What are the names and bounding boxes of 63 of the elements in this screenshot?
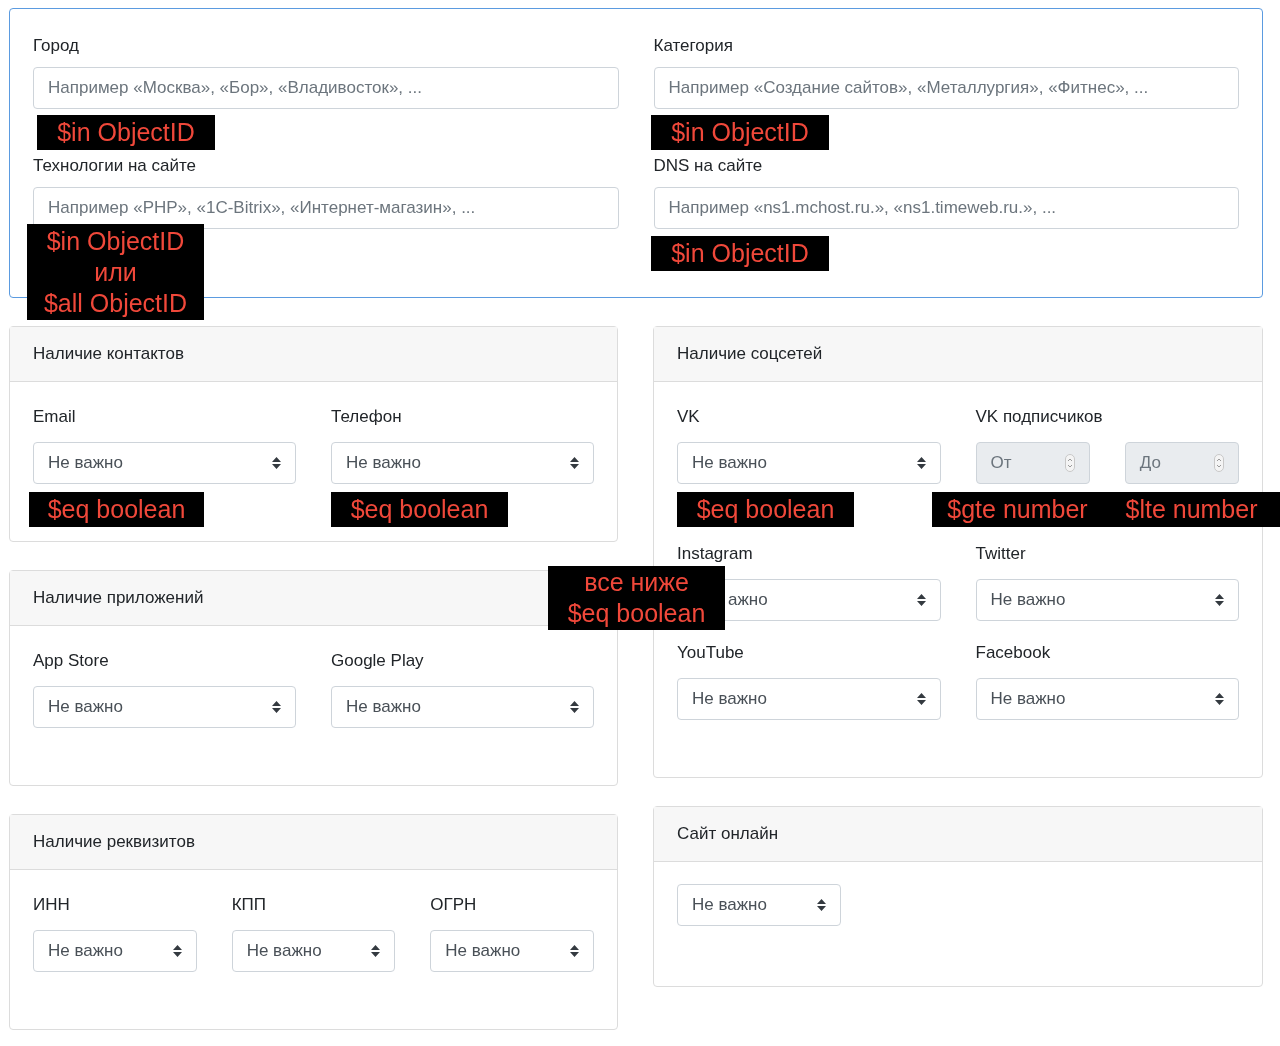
caret-icon (1215, 594, 1224, 606)
select-field[interactable]: Не важно (975, 678, 1239, 720)
select-field[interactable]: Не важно (331, 442, 594, 484)
annotation-tooltip: $eq boolean (677, 492, 854, 527)
caret-icon (272, 457, 281, 469)
text-field[interactable]: Например «Москва», «Бор», «Владивосток», ... (33, 67, 619, 109)
caret-icon (371, 945, 381, 957)
field-label: App Store (33, 651, 109, 671)
caret-icon (817, 899, 826, 911)
field-label: КПП (231, 895, 266, 915)
annotation-tooltip: $eq boolean (29, 492, 204, 527)
select-field[interactable]: Не важно (231, 930, 396, 972)
annotation-tooltip: $eq boolean (331, 492, 508, 527)
field-label: Телефон (331, 407, 402, 427)
field-label: Facebook (975, 643, 1051, 663)
field-label: Twitter (975, 544, 1026, 564)
field-label: ИНН (33, 895, 70, 915)
caret-icon (570, 701, 579, 713)
select-field[interactable]: Не важно (677, 678, 941, 720)
field-label: Технологии на сайте (33, 155, 198, 177)
select-field[interactable]: Не важно (33, 442, 296, 484)
card-title: Наличие приложений (33, 587, 204, 610)
card-title: Наличие реквизитов (33, 831, 195, 854)
annotation-tooltip: $in ObjectID (651, 115, 829, 150)
select-field[interactable]: Не важно (975, 579, 1239, 621)
text-field[interactable]: Например «PHP», «1C-Bitrix», «Интернет-магазин», ... (33, 187, 619, 229)
select-field[interactable]: Не важно (677, 442, 941, 484)
card-title: Наличие контактов (33, 343, 184, 366)
annotation-tooltip: все ниже $eq boolean (548, 566, 725, 630)
field-label: Google Play (331, 651, 424, 671)
text-field[interactable]: Например «ns1.mchost.ru.», «ns1.timeweb.ru.», ... (653, 187, 1239, 229)
field-label: Категория (653, 35, 734, 57)
spinner-icon (1064, 454, 1075, 472)
annotation-tooltip: $gte number (932, 492, 1103, 527)
field-label: Instagram (677, 544, 753, 564)
select-field[interactable]: Не важно (430, 930, 594, 972)
card-title: Сайт онлайн (677, 823, 779, 846)
field-label: ОГРН (430, 895, 477, 915)
caret-icon (172, 945, 182, 957)
annotation-tooltip: $in ObjectID или $all ObjectID (27, 224, 204, 320)
field-label: VK (677, 407, 700, 427)
field-label: VK подписчиков (975, 407, 1103, 427)
caret-icon (570, 457, 579, 469)
annotation-tooltip: $in ObjectID (651, 236, 829, 271)
field-label: YouTube (677, 643, 744, 663)
field-label: DNS на сайте (653, 155, 764, 177)
caret-icon (570, 945, 579, 957)
caret-icon (272, 701, 281, 713)
field-label: Email (33, 407, 76, 427)
annotation-tooltip: $in ObjectID (37, 115, 215, 150)
caret-icon (916, 594, 926, 606)
select-field[interactable]: Не важно (331, 686, 594, 728)
caret-icon (1215, 693, 1224, 705)
spinner-icon (1214, 454, 1224, 472)
text-field[interactable]: Например «Создание сайтов», «Металлургия», «Фитнес», ... (653, 67, 1239, 109)
card-title: Наличие соцсетей (677, 343, 823, 366)
caret-icon (916, 693, 926, 705)
select-field[interactable]: Не важно (677, 884, 841, 926)
select-field[interactable]: Не важно (33, 930, 197, 972)
caret-icon (916, 457, 926, 469)
annotation-tooltip: $lte number (1103, 492, 1280, 527)
select-field[interactable]: Не важно (33, 686, 296, 728)
field-label: Город (33, 35, 80, 57)
